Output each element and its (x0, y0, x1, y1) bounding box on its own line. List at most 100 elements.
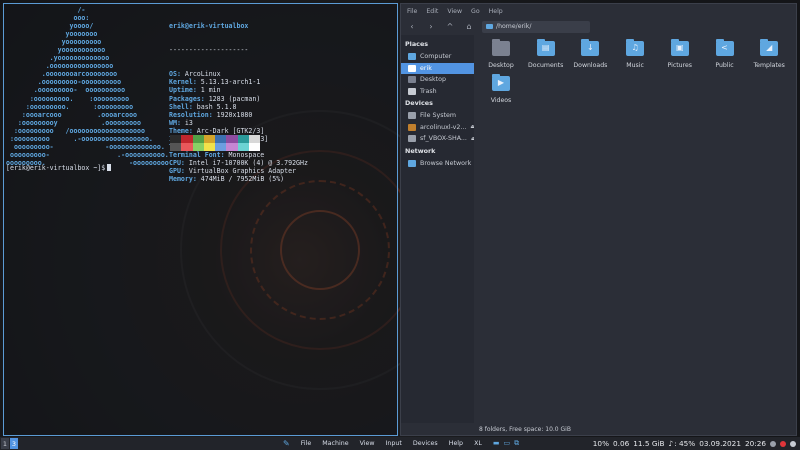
time: 20:26 (744, 439, 766, 448)
folder-glyph: ♫ (631, 43, 639, 52)
color-palette (170, 135, 260, 151)
folder-icon (486, 24, 493, 29)
info-row: WM: i3 (169, 119, 308, 127)
vbox-menu-help[interactable]: Help (449, 440, 463, 447)
info-row: Theme: Arc-Dark [GTK2/3] (169, 127, 308, 135)
scale-indicator[interactable]: XL (474, 440, 482, 447)
folder-label: Documents (528, 62, 564, 69)
folder-icon-view: Desktop ▤ Documents ↓ Downloads ♫ Music ▣ Pictur… (474, 35, 796, 423)
virtualbox-menu: ✎ File Machine View Input Devices Help XL ▬ ▭ ⧉ (283, 437, 519, 450)
vbox-menu-input[interactable]: Input (386, 440, 402, 447)
vbox-menu-machine[interactable]: Machine (322, 440, 348, 447)
wrench-icon[interactable]: ✎ (283, 439, 290, 448)
info-value: Monospace (224, 150, 265, 159)
folder-public[interactable]: < Public (702, 39, 748, 69)
terminal-window[interactable]: /- ooo: yoooo/ yooooooo yooooooooo yoooo… (3, 3, 398, 436)
sidebar-item-trash[interactable]: Trash (401, 86, 474, 98)
folder-icon: ◢ (760, 39, 779, 56)
disc-icon (408, 123, 416, 131)
info-key: WM: (169, 118, 181, 127)
info-key: GPU: (169, 166, 185, 175)
shell-prompt[interactable]: [erik@erik-virtualbox ~]$ (6, 164, 112, 172)
folder-icon: ▶ (492, 74, 510, 91)
info-key: Shell: (169, 102, 193, 111)
prompt-text: [erik@erik-virtualbox ~]$ (6, 164, 106, 172)
file-manager-window[interactable]: File Edit View Go Help ‹ › ^ ⌂ /home/erik/ P… (400, 3, 797, 436)
sidebar-item-arcolinuxl-v2[interactable]: arcolinuxl-v2... ⏏ (401, 122, 474, 134)
folder-icon: ↓ (581, 39, 600, 56)
devices-heading: Devices (405, 99, 433, 107)
status-area: 10% 0.06 11.5 GiB ♪: 45% 03.09.2021 20:2… (593, 437, 796, 450)
restore-icon[interactable]: ▭ (504, 439, 511, 448)
date: 03.09.2021 (699, 439, 741, 448)
sidebar-item-desktop[interactable]: Desktop (401, 74, 474, 86)
folder-glyph: ▣ (676, 43, 684, 52)
info-key: Uptime: (169, 86, 197, 95)
vbox-menu-devices[interactable]: Devices (413, 440, 438, 447)
folder-icon (492, 39, 510, 56)
folder-downloads[interactable]: ↓ Downloads (567, 39, 613, 69)
volume-icon[interactable]: ♪ (669, 439, 674, 448)
sidebar-item-sf-vbox-sha[interactable]: sf_VBOX-SHA... ⏏ (401, 133, 474, 145)
sidebar-item-browse-network[interactable]: Browse Network (401, 158, 474, 170)
color-swatch (203, 135, 215, 143)
home-icon (408, 64, 416, 72)
tray-icon[interactable] (770, 440, 776, 447)
text-cursor (107, 164, 112, 171)
info-row: GPU: VirtualBox Graphics Adapter (169, 167, 308, 175)
folder-label: Desktop (488, 62, 514, 69)
folder-icon: ▣ (670, 39, 689, 56)
window-controls: ▬ ▭ ⧉ (493, 439, 519, 448)
back-icon[interactable]: ‹ (406, 22, 418, 31)
info-key: CPU: (169, 158, 185, 167)
folder-pictures[interactable]: ▣ Pictures (657, 39, 703, 69)
menu-edit[interactable]: Edit (426, 8, 438, 15)
folder-label: Pictures (667, 62, 693, 69)
sidebar-item-computer[interactable]: Computer (401, 51, 474, 63)
folder-glyph: < (721, 43, 728, 52)
path-bar[interactable]: /home/erik/ (482, 20, 590, 33)
desktop-icon (408, 76, 416, 84)
info-row: OS: ArcoLinux (169, 70, 308, 78)
home-icon[interactable]: ⌂ (463, 22, 475, 31)
workspace-1[interactable]: 1 (1, 438, 9, 449)
workspace-3[interactable]: 3 (10, 438, 18, 449)
folder-desktop[interactable]: Desktop (478, 39, 524, 69)
load-average: 0.06 (613, 439, 630, 448)
menu-bar: File Edit View Go Help (401, 4, 796, 18)
info-value: ArcoLinux (180, 70, 221, 79)
update-icon[interactable] (780, 440, 786, 447)
folder-icon: ▤ (536, 39, 555, 56)
separator-line: -------------------- (169, 46, 249, 55)
folder-music[interactable]: ♫ Music (612, 39, 658, 69)
folder-documents[interactable]: ▤ Documents (523, 39, 569, 69)
info-value: Intel i7-10700K (4) @ 3.792GHz (184, 158, 308, 167)
folder-label: Music (626, 62, 644, 69)
menu-view[interactable]: View (447, 8, 462, 15)
sidebar-item-file-system[interactable]: File System (401, 110, 474, 122)
up-icon[interactable]: ^ (444, 22, 456, 31)
menu-help[interactable]: Help (489, 8, 503, 15)
minimize-icon[interactable]: ▬ (493, 439, 500, 448)
folder-templates[interactable]: ◢ Templates (746, 39, 792, 69)
toolbar: ‹ › ^ ⌂ /home/erik/ (401, 18, 796, 35)
folder-icon: < (715, 39, 734, 56)
volume-level[interactable]: : 45% (674, 439, 695, 448)
color-swatch (215, 135, 227, 143)
info-row: CPU: Intel i7-10700K (4) @ 3.792GHz (169, 159, 308, 167)
network-tray-icon[interactable] (790, 440, 796, 447)
color-swatch (248, 135, 260, 143)
sidebar-item-label: Browse Network (420, 159, 472, 167)
folder-videos[interactable]: ▶ Videos (478, 74, 524, 104)
forward-icon[interactable]: › (425, 22, 437, 31)
vbox-menu-file[interactable]: File (301, 440, 312, 447)
menu-go[interactable]: Go (471, 8, 480, 15)
info-row: Terminal Font: Monospace (169, 151, 308, 159)
network-icon (408, 159, 416, 167)
fullscreen-icon[interactable]: ⧉ (514, 439, 519, 448)
info-row: Uptime: 1 min (169, 86, 308, 94)
vbox-menu-view[interactable]: View (360, 440, 375, 447)
sidebar-item-erik[interactable]: erik (401, 62, 474, 74)
color-swatch (170, 135, 182, 143)
menu-file[interactable]: File (407, 8, 417, 15)
